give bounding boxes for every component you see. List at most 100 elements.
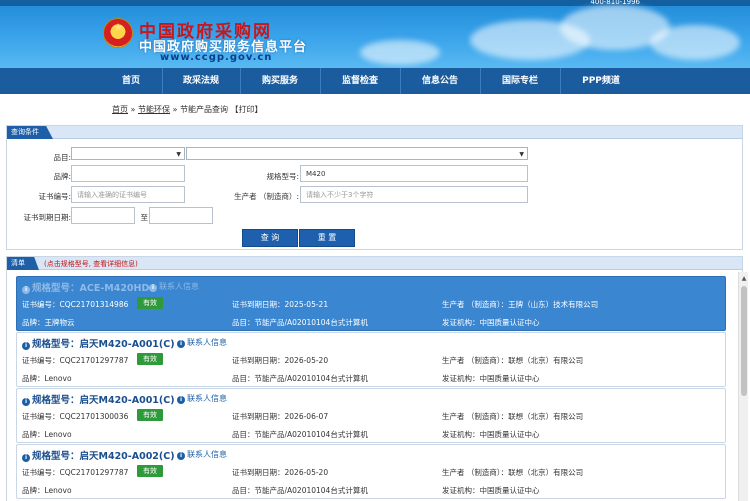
list-hint: (点击规格型号, 查看详细信息) [44,260,138,268]
card-producer: 生产者 （制造商）：联想（北京）有限公司 [442,356,584,365]
cert-no-label: 证书编号: [38,192,71,201]
card-title-wrap: i 规格型号：启天M420-A002(C) [22,448,175,462]
banner-phone: 400-810-1996 [590,0,640,6]
card-contact-wrap: i 联系人信息 [177,337,227,348]
producer-label: 生产者 （制造商）: [234,192,299,201]
card-model-link[interactable]: 规格型号：ACE-M420HD [32,283,149,294]
expiry-end-input[interactable] [149,207,213,224]
cert-no-input[interactable] [71,186,185,203]
result-card[interactable]: i 规格型号：启天M420-A002(C) i 联系人信息 证书编号：CQC2170… [16,444,726,499]
card-contact-wrap: i 联系人信息 [177,449,227,460]
card-issuer: 发证机构：中国质量认证中心 [442,374,540,383]
banner-cloud [360,40,440,65]
model-label: 规格型号: [266,172,299,181]
card-model-link[interactable]: 规格型号：启天M420-A001(C) [32,339,175,350]
card-brand: 品牌：Lenovo [22,486,72,495]
breadcrumb-separator: » [172,105,178,114]
card-category: 品目：节能产品/A02010104台式计算机 [232,374,368,383]
card-cert-no: 证书编号：CQC21701297787 [22,356,129,365]
card-producer: 生产者 （制造商）：联想（北京）有限公司 [442,412,584,421]
info-circle-icon: i [22,398,30,406]
category-label: 品目: [53,153,71,162]
card-contact-link[interactable]: 联系人信息 [187,394,227,403]
card-model-link[interactable]: 规格型号：启天M420-A002(C) [32,451,175,462]
info-circle-icon: i [22,454,30,462]
card-category: 品目：节能产品/A02010104台式计算机 [232,318,368,327]
card-cert-no: 证书编号：CQC21701314986 [22,300,129,309]
info-circle-icon: i [149,284,157,292]
expiry-to-label: 至 [140,213,149,222]
nav-item-ppp[interactable]: PPP频道 [560,68,642,94]
card-contact-link[interactable]: 联系人信息 [187,338,227,347]
print-link[interactable]: 【打印】 [231,105,263,114]
breadcrumb-separator: » [130,105,136,114]
reset-button[interactable]: 重 置 [299,229,355,247]
chevron-down-icon: ▼ [519,151,524,158]
emblem-star-icon: ★ [113,21,123,34]
card-expiry: 证书到期日期：2026-06-07 [232,412,329,421]
card-category: 品目：节能产品/A02010104台式计算机 [232,430,368,439]
card-issuer: 发证机构：中国质量认证中心 [442,486,540,495]
info-circle-icon: i [22,286,30,294]
banner-cloud [650,25,740,60]
search-button[interactable]: 查 询 [242,229,298,247]
scroll-up-arrow-icon[interactable]: ▲ [740,275,748,283]
result-card[interactable]: i 规格型号：启天M420-A001(C) i 联系人信息 证书编号：CQC2170… [16,332,726,387]
brand-label: 品牌: [53,172,71,181]
nav-item-international[interactable]: 国际专栏 [480,68,560,94]
card-title-wrap: i 规格型号：启天M420-A001(C) [22,336,175,350]
site-domain: www.ccgp.gov.cn [160,52,273,63]
info-circle-icon: i [177,452,185,460]
list-panel-header: 清单 (点击规格型号, 查看详细信息) [7,257,742,270]
nav-item-supervision[interactable]: 监督检查 [320,68,400,94]
category-select-secondary[interactable]: ▼ [186,147,528,160]
card-model-link[interactable]: 规格型号：启天M420-A001(C) [32,395,175,406]
model-input[interactable] [300,165,528,182]
expiry-start-input[interactable] [71,207,135,224]
card-issuer: 发证机构：中国质量认证中心 [442,430,540,439]
info-circle-icon: i [177,340,185,348]
site-banner: 400-810-1996 ★ 中国政府采购网 中国政府购买服务信息平台 www.… [0,0,750,68]
card-cert-no: 证书编号：CQC21701300036 [22,412,129,421]
scroll-thumb[interactable] [741,286,747,396]
result-card[interactable]: i 规格型号：ACE-M420HD i 联系人信息 证书编号：CQC21701314… [16,276,726,331]
category-select-primary[interactable]: ▼ [71,147,185,160]
card-contact-wrap: i 联系人信息 [149,281,199,292]
card-cert-no: 证书编号：CQC21701297787 [22,468,129,477]
main-nav: 首页 政采法规 购买服务 监督检查 信息公告 国际专栏 PPP频道 [0,68,750,94]
card-issuer: 发证机构：中国质量认证中心 [442,318,540,327]
card-expiry: 证书到期日期：2025-05-21 [232,300,329,309]
producer-input[interactable] [300,186,528,203]
brand-input[interactable] [71,165,185,182]
card-expiry: 证书到期日期：2026-05-20 [232,468,329,477]
card-producer: 生产者 （制造商）：王牌（山东）技术有限公司 [442,300,599,309]
nav-item-regulations[interactable]: 政采法规 [162,68,240,94]
status-badge: 有效 [137,353,163,365]
card-contact-link[interactable]: 联系人信息 [187,450,227,459]
result-card[interactable]: i 规格型号：启天M420-A001(C) i 联系人信息 证书编号：CQC2170… [16,388,726,443]
query-panel-header: 查询条件 [7,126,742,139]
info-circle-icon: i [177,396,185,404]
card-expiry: 证书到期日期：2026-05-20 [232,356,329,365]
result-list-panel: 清单 (点击规格型号, 查看详细信息) i 规格型号：ACE-M420HD i 联系… [6,256,743,501]
breadcrumb: 首页 » 节能环保 » 节能产品查询 【打印】 [112,104,263,115]
card-contact-wrap: i 联系人信息 [177,393,227,404]
list-scrollbar[interactable]: ▲ [738,272,748,501]
expiry-label: 证书到期日期: [23,213,71,222]
query-panel: 查询条件 品目: ▼ ▼ 品牌: 规格型号: 证书编号: 生产者 （制造商）: … [6,125,743,250]
card-title-wrap: i 规格型号：ACE-M420HD [22,280,149,294]
breadcrumb-section[interactable]: 节能环保 [138,105,170,114]
breadcrumb-current: 节能产品查询 [180,105,228,114]
status-badge: 有效 [137,465,163,477]
card-producer: 生产者 （制造商）：联想（北京）有限公司 [442,468,584,477]
status-badge: 有效 [137,297,163,309]
breadcrumb-home[interactable]: 首页 [112,105,128,114]
list-panel-tab: 清单 [7,257,39,270]
chevron-down-icon: ▼ [176,151,181,158]
card-brand: 品牌：王牌物云 [22,318,75,327]
card-category: 品目：节能产品/A02010104台式计算机 [232,486,368,495]
card-contact-link[interactable]: 联系人信息 [159,282,199,291]
nav-item-home[interactable]: 首页 [92,68,170,94]
nav-item-announcements[interactable]: 信息公告 [400,68,480,94]
nav-item-services[interactable]: 购买服务 [240,68,320,94]
